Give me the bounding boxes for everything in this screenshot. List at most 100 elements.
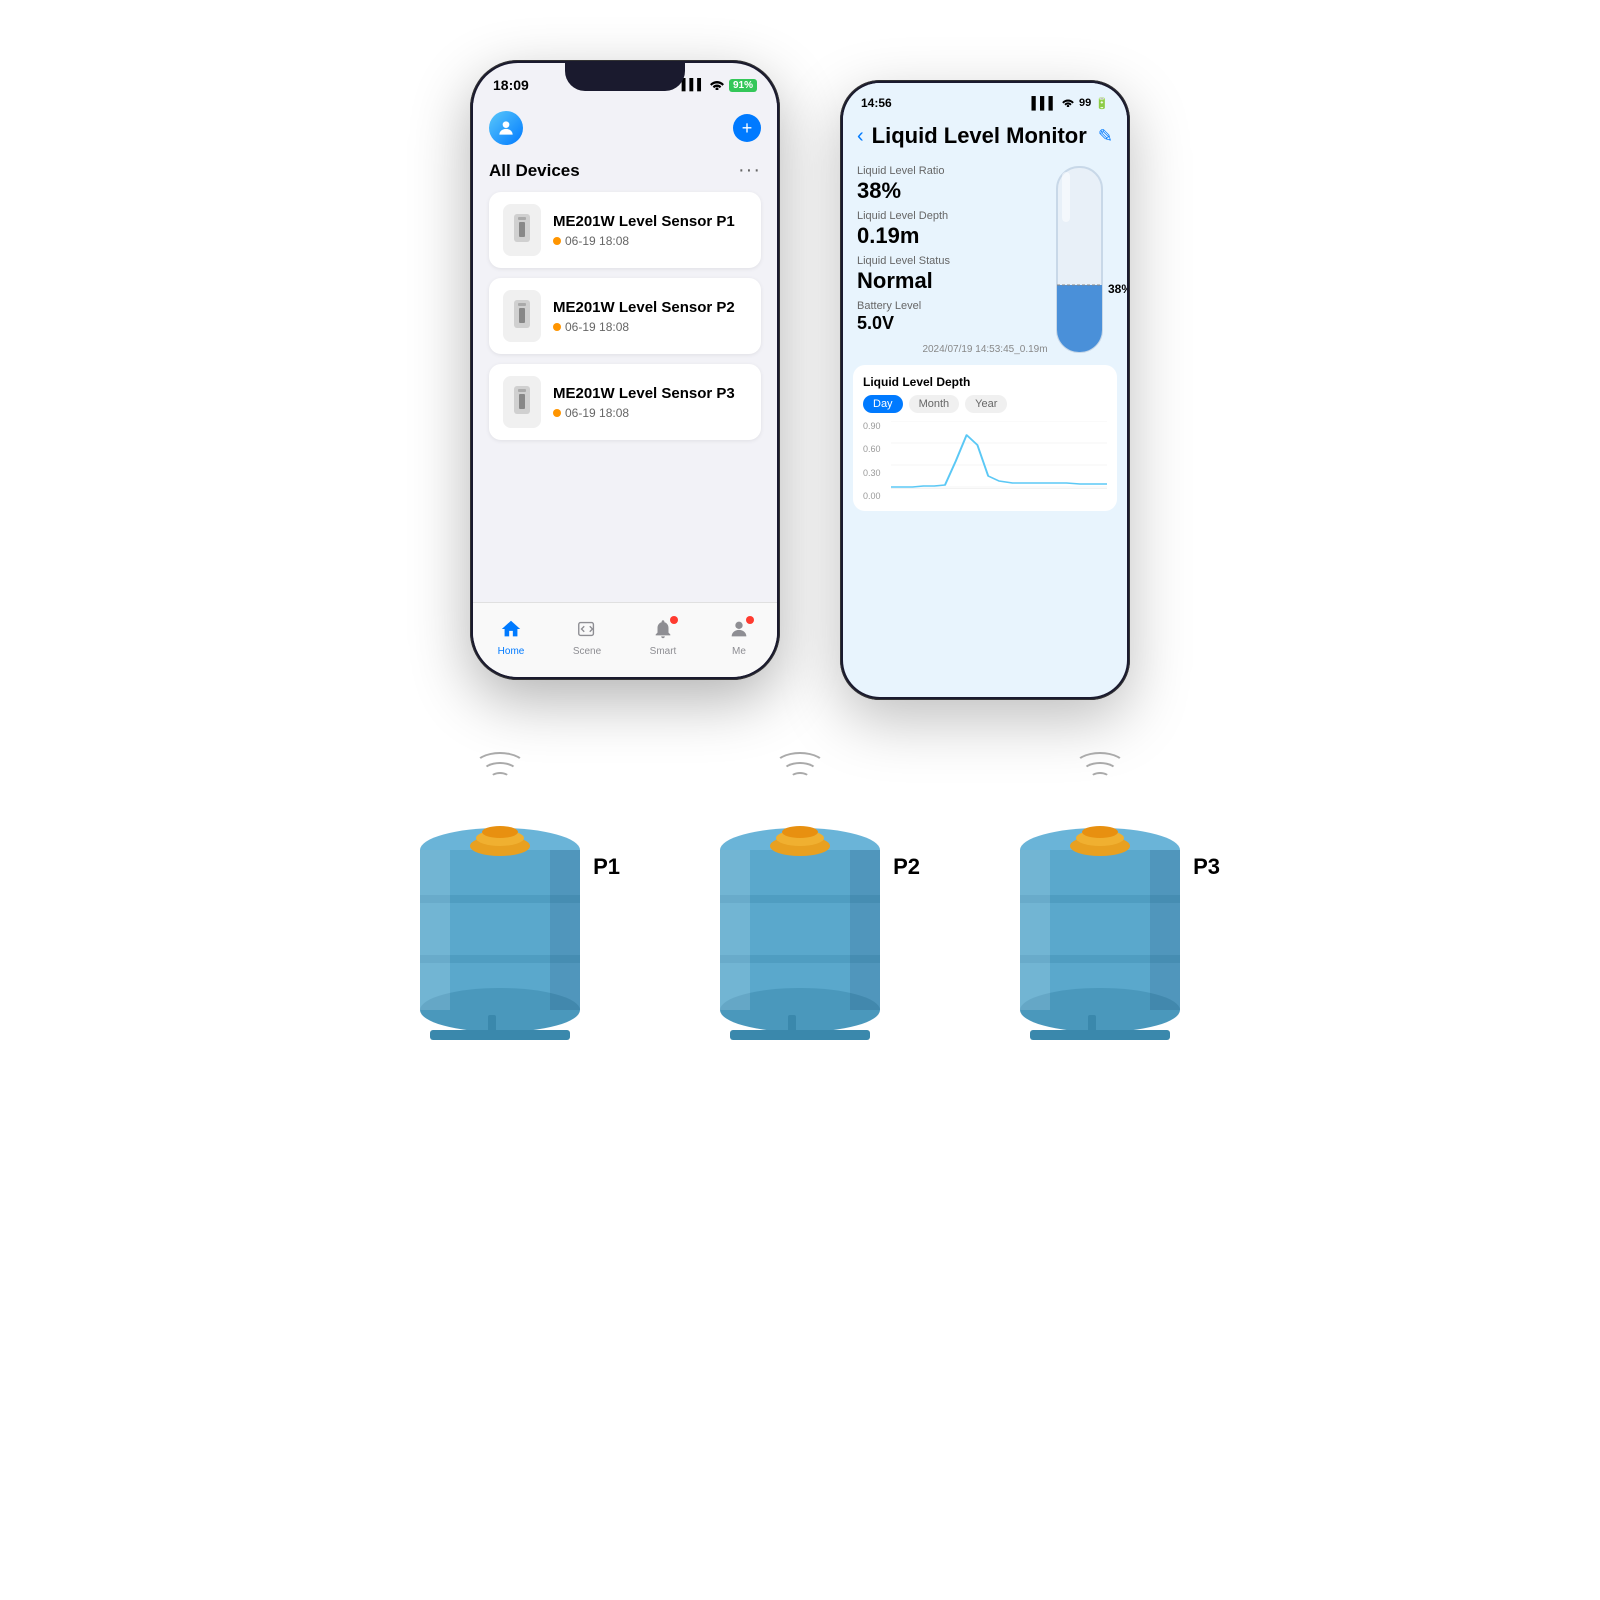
top-section: 18:09 ▌▌▌ 91% +	[0, 0, 1600, 700]
edit-button[interactable]: ✎	[1098, 126, 1113, 147]
signal-waves-p2	[760, 740, 840, 790]
location-dot	[553, 323, 561, 331]
ratio-metric: Liquid Level Ratio 38%	[857, 165, 1023, 204]
tab-scene-label: Scene	[573, 646, 601, 657]
signal-waves-p3	[1060, 740, 1140, 790]
phone2-header: ‹ Liquid Level Monitor ✎	[843, 119, 1127, 157]
device-icon-p2	[503, 290, 541, 342]
tab-month[interactable]: Month	[909, 395, 960, 413]
more-menu[interactable]: ···	[738, 159, 761, 182]
status-metric: Liquid Level Status Normal	[857, 255, 1023, 294]
battery-value-display: 5.0V	[857, 313, 1023, 334]
location-dot	[553, 409, 561, 417]
device-name-p3: ME201W Level Sensor P3	[553, 385, 747, 402]
ratio-label: Liquid Level Ratio	[857, 165, 1023, 177]
depth-label: Liquid Level Depth	[857, 210, 1023, 222]
wifi-icon2	[1061, 96, 1075, 110]
status-label: Liquid Level Status	[857, 255, 1023, 267]
device-card-p2[interactable]: ME201W Level Sensor P2 06-19 18:08	[489, 278, 761, 354]
device-card-p3[interactable]: ME201W Level Sensor P3 06-19 18:08	[489, 364, 761, 440]
y-label-0.00: 0.00	[863, 491, 881, 501]
phone1-inner: 18:09 ▌▌▌ 91% +	[473, 63, 777, 677]
tank-pct: 38%	[1108, 282, 1127, 296]
smart-icon	[652, 618, 674, 644]
phone2-status-icons: ▌▌▌ 99 🔋	[1032, 96, 1109, 110]
wave-arc-inner	[1090, 772, 1110, 784]
y-label-0.30: 0.30	[863, 468, 881, 478]
smart-badge	[670, 616, 678, 624]
plus-icon: +	[742, 118, 753, 139]
device-icon-p1	[503, 204, 541, 256]
monitor-title: Liquid Level Monitor	[872, 123, 1090, 149]
phone2-inner: 14:56 ▌▌▌ 99 🔋 ‹ Liquid Level Monitor ✎	[843, 83, 1127, 697]
location-dot	[553, 237, 561, 245]
tab-bar: Home Scene Smart	[473, 602, 777, 677]
phone1-header: +	[473, 103, 777, 155]
device-time-p3: 06-19 18:08	[553, 406, 747, 420]
battery-label: 91%	[729, 79, 757, 92]
barrel-p2	[700, 800, 900, 1050]
tank-item-p2: P2	[700, 740, 900, 1050]
avatar	[489, 111, 523, 145]
battery-value2: 99	[1079, 97, 1091, 109]
chart-area: 0.90 0.60 0.30 0.00	[863, 421, 1107, 501]
device-icon-p3	[503, 376, 541, 428]
phone2-time: 14:56	[861, 96, 892, 110]
tab-day[interactable]: Day	[863, 395, 903, 413]
tab-me-label: Me	[732, 646, 746, 657]
add-device-button[interactable]: +	[733, 114, 761, 142]
tab-smart-label: Smart	[650, 646, 677, 657]
back-button[interactable]: ‹	[857, 125, 864, 148]
me-icon	[728, 618, 750, 644]
y-label-0.90: 0.90	[863, 421, 881, 431]
device-info-p3: ME201W Level Sensor P3 06-19 18:08	[553, 385, 747, 420]
bottom-section: P1	[0, 700, 1600, 1050]
device-info-p2: ME201W Level Sensor P2 06-19 18:08	[553, 299, 747, 334]
phone1-status-icons: ▌▌▌ 91%	[682, 78, 757, 93]
tank-svg	[1042, 157, 1117, 377]
signal-waves-p1	[460, 740, 540, 790]
tab-home-label: Home	[498, 646, 525, 657]
signal-icon: ▌▌▌	[682, 79, 705, 91]
signal-icon2: ▌▌▌	[1032, 96, 1058, 110]
wifi-icon	[709, 78, 725, 93]
phone1-frame: 18:09 ▌▌▌ 91% +	[470, 60, 780, 680]
device-card-p1[interactable]: ME201W Level Sensor P1 06-19 18:08	[489, 192, 761, 268]
status-value: Normal	[857, 268, 1023, 294]
tank-item-p3: P3	[1000, 740, 1200, 1050]
tank-visual: 38%	[1042, 157, 1117, 377]
home-icon	[500, 618, 522, 644]
depth-value: 0.19m	[857, 223, 1023, 249]
y-label-0.60: 0.60	[863, 444, 881, 454]
tab-home[interactable]: Home	[486, 618, 536, 657]
barrel-p3-container: P3	[1000, 800, 1200, 1050]
tab-scene[interactable]: Scene	[562, 618, 612, 657]
phone-notch	[565, 63, 685, 91]
devices-section: All Devices ··· ME201W Level Sensor P1	[473, 155, 777, 458]
phone1-time: 18:09	[493, 77, 529, 93]
depth-metric: Liquid Level Depth 0.19m	[857, 210, 1023, 249]
device-name-p2: ME201W Level Sensor P2	[553, 299, 747, 316]
battery-label2: Battery Level	[857, 300, 1023, 312]
barrel-p3	[1000, 800, 1200, 1050]
tank-item-p1: P1	[400, 740, 600, 1050]
ratio-value: 38%	[857, 178, 1023, 204]
tab-smart[interactable]: Smart	[638, 618, 688, 657]
chart-line-svg	[891, 421, 1107, 489]
devices-title-row: All Devices ···	[489, 159, 761, 182]
wave-arc-inner	[490, 772, 510, 784]
device-name-p1: ME201W Level Sensor P1	[553, 213, 747, 230]
barrel-p1-container: P1	[400, 800, 600, 1050]
phone2-status-bar: 14:56 ▌▌▌ 99 🔋	[843, 83, 1127, 119]
scene-icon	[576, 618, 598, 644]
chart-y-labels: 0.90 0.60 0.30 0.00	[863, 421, 881, 501]
chart-tabs: Day Month Year	[863, 395, 1107, 413]
tab-year[interactable]: Year	[965, 395, 1007, 413]
devices-title: All Devices	[489, 161, 580, 181]
monitor-body: Liquid Level Ratio 38% Liquid Level Dept…	[843, 157, 1127, 334]
device-info-p1: ME201W Level Sensor P1 06-19 18:08	[553, 213, 747, 248]
device-time-p2: 06-19 18:08	[553, 320, 747, 334]
device-time-p1: 06-19 18:08	[553, 234, 747, 248]
tab-me[interactable]: Me	[714, 618, 764, 657]
battery-icon2: 🔋	[1095, 97, 1109, 110]
